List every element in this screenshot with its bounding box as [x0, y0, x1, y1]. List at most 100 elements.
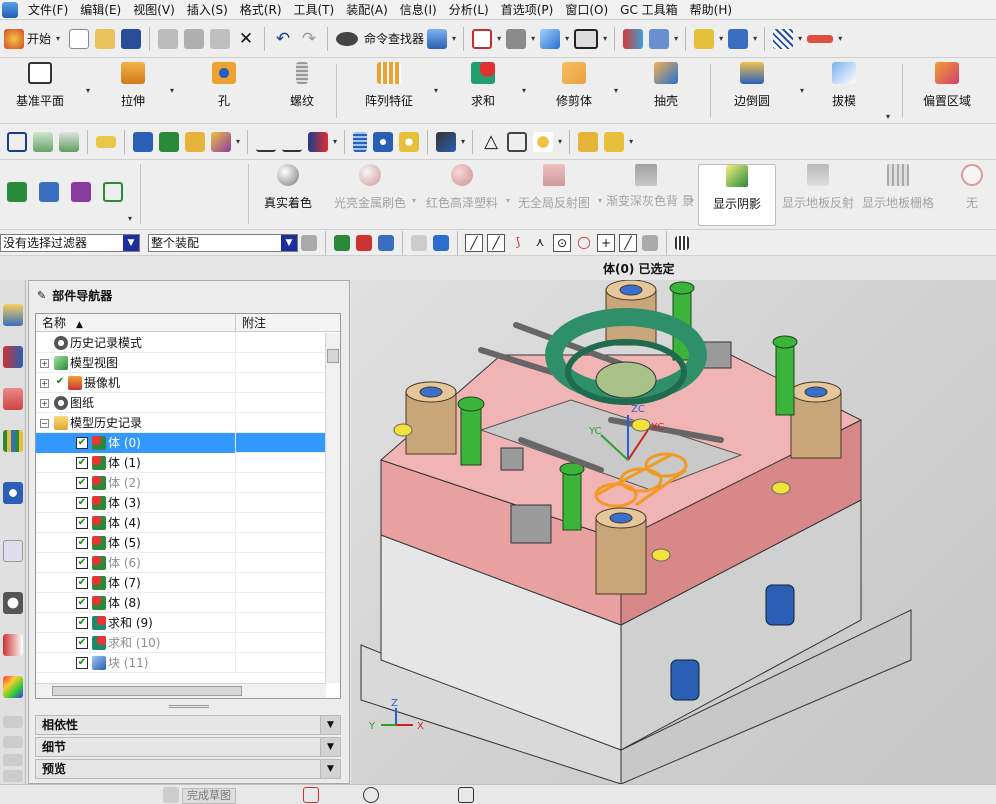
copy-icon[interactable]: [184, 28, 205, 49]
gradient-background-button[interactable]: 渐变深灰色背 景: [606, 164, 694, 208]
text-icon[interactable]: [211, 131, 231, 152]
details-section[interactable]: 细节 ▼: [35, 737, 341, 757]
new-file-icon[interactable]: [69, 28, 90, 49]
tree-row[interactable]: + 模型视图: [36, 353, 326, 373]
grid-icon[interactable]: [773, 28, 794, 49]
rotate-view-icon[interactable]: [506, 28, 527, 49]
snap-view-icon[interactable]: [7, 131, 27, 152]
menu-insert[interactable]: 插入(S): [181, 0, 234, 20]
column-note-header[interactable]: 附注: [236, 314, 266, 331]
check-icon[interactable]: [7, 182, 27, 202]
visibility-checkbox[interactable]: ✔: [76, 537, 88, 549]
eraser-icon[interactable]: [96, 135, 116, 148]
datum-plane-button[interactable]: 基准平面: [10, 62, 70, 109]
dependencies-section[interactable]: 相依性 ▼: [35, 715, 341, 735]
none-button[interactable]: 无: [952, 164, 992, 211]
pin-icon[interactable]: ✎: [37, 289, 46, 302]
undo-icon[interactable]: ↶: [273, 29, 293, 49]
tool-icon[interactable]: [436, 131, 457, 152]
visibility-checkbox[interactable]: ✔: [76, 457, 88, 469]
snap-on-surface-icon[interactable]: [642, 234, 658, 251]
glossy-metal-button[interactable]: 光亮金属刷色: [330, 164, 410, 211]
visibility-checkbox[interactable]: ✔: [76, 517, 88, 529]
rectangle-icon[interactable]: [458, 787, 474, 803]
selection-icon[interactable]: [427, 28, 448, 49]
block-stack-icon[interactable]: [604, 131, 625, 152]
show-shadow-button[interactable]: 显示阴影: [698, 164, 776, 226]
tree-row[interactable]: + ✔ 摄像机: [36, 373, 326, 393]
select-body-icon[interactable]: [411, 234, 427, 251]
snap-center-button[interactable]: ⊙: [553, 233, 571, 252]
type-filter-select[interactable]: 没有选择过滤器 ▼: [0, 233, 140, 252]
visibility-checkbox[interactable]: ✔: [76, 597, 88, 609]
tree-row[interactable]: ✔ 体 (4): [36, 513, 326, 533]
splitter-handle[interactable]: [169, 705, 209, 708]
extrude-button[interactable]: 拉伸: [110, 62, 156, 109]
menu-help[interactable]: 帮助(H): [684, 0, 738, 20]
edge-blend-button[interactable]: 边倒圆: [724, 62, 780, 109]
preview-section[interactable]: 预览 ▼: [35, 759, 341, 779]
menu-window[interactable]: 窗口(O): [559, 0, 614, 20]
measure-icon[interactable]: [694, 28, 715, 49]
true-shading-button[interactable]: 真实着色: [258, 164, 318, 211]
tree-row[interactable]: ✔ 求和 (9): [36, 613, 326, 633]
delete-icon[interactable]: ✕: [236, 29, 256, 49]
scroll-up-icon[interactable]: [3, 716, 23, 728]
cylinder-icon[interactable]: [353, 131, 368, 152]
assembly-tree-icon[interactable]: [39, 182, 59, 202]
redo-icon[interactable]: ↷: [299, 29, 319, 49]
floor-reflection-button[interactable]: 显示地板反射: [780, 164, 856, 211]
snap-existing-point-button[interactable]: +: [597, 233, 615, 252]
layers-icon[interactable]: [33, 131, 53, 152]
reflection-map-button[interactable]: 无全局反射图: [514, 164, 594, 211]
menu-tools[interactable]: 工具(T): [288, 0, 341, 20]
menu-format[interactable]: 格式(R): [234, 0, 288, 20]
curve-icon[interactable]: [256, 132, 277, 152]
snap-intersection-button[interactable]: ⋏: [531, 234, 549, 252]
select-all-icon[interactable]: [675, 235, 689, 250]
visibility-checkbox[interactable]: ✔: [76, 477, 88, 489]
paste-icon[interactable]: [210, 28, 231, 49]
graphics-window[interactable]: ZC XC YC Z X Y: [351, 279, 996, 785]
filter-settings-icon[interactable]: [301, 234, 317, 251]
circle-icon[interactable]: [363, 787, 379, 803]
select-face-icon[interactable]: [378, 234, 394, 251]
command-finder-button[interactable]: 命令查找器: [333, 30, 424, 47]
menu-preferences[interactable]: 首选项(P): [495, 0, 560, 20]
info-tab-icon[interactable]: [3, 482, 23, 504]
tree-row[interactable]: ✔ 体 (6): [36, 553, 326, 573]
fit-view-icon[interactable]: [472, 28, 493, 49]
system-materials-tab-icon[interactable]: [3, 634, 23, 656]
surface-icon[interactable]: [282, 132, 303, 152]
dimension-icon[interactable]: [308, 131, 329, 152]
rectangle-icon[interactable]: [507, 131, 528, 152]
unite-button[interactable]: 求和: [460, 62, 506, 109]
ruler-icon[interactable]: [807, 34, 834, 43]
pattern-icon[interactable]: [533, 131, 554, 152]
tree-row[interactable]: ✔ 体 (8): [36, 593, 326, 613]
menu-edit[interactable]: 编辑(E): [74, 0, 127, 20]
trim-body-button[interactable]: 修剪体: [548, 62, 600, 109]
component-icon[interactable]: [649, 28, 670, 49]
assembly-navigator-tab-icon[interactable]: [3, 346, 23, 368]
snap-midpoint-button[interactable]: ╱: [487, 233, 505, 252]
visibility-checkbox[interactable]: ✔: [76, 437, 88, 449]
arc-icon[interactable]: [303, 787, 319, 803]
expand-icon[interactable]: +: [40, 359, 49, 368]
tree-row[interactable]: ✔ 体 (2): [36, 473, 326, 493]
nx-app-icon[interactable]: [2, 1, 18, 18]
expand-icon[interactable]: +: [40, 399, 49, 408]
tree-row[interactable]: ✔ 体 (5): [36, 533, 326, 553]
column-name-header[interactable]: 名称 ▲: [36, 314, 236, 331]
layer-settings-icon[interactable]: [59, 131, 79, 152]
snap-control-point-button[interactable]: ⟆: [509, 234, 527, 252]
select-curve-icon[interactable]: [356, 234, 372, 251]
hammer-icon[interactable]: [159, 131, 179, 152]
cut-icon[interactable]: [158, 28, 179, 49]
part-navigator-tab-icon[interactable]: [3, 304, 23, 326]
axis-icon[interactable]: [103, 182, 123, 202]
menu-view[interactable]: 视图(V): [127, 0, 181, 20]
open-folder-icon[interactable]: [95, 28, 116, 49]
palette-tab-icon[interactable]: [3, 676, 23, 698]
part-navigator-tree[interactable]: 名称 ▲ 附注 历史记录模式 + 模型视图 + ✔ 摄像机 + 图纸 − 模型历史记录 ✔ 体 (0) ✔…: [35, 313, 341, 699]
